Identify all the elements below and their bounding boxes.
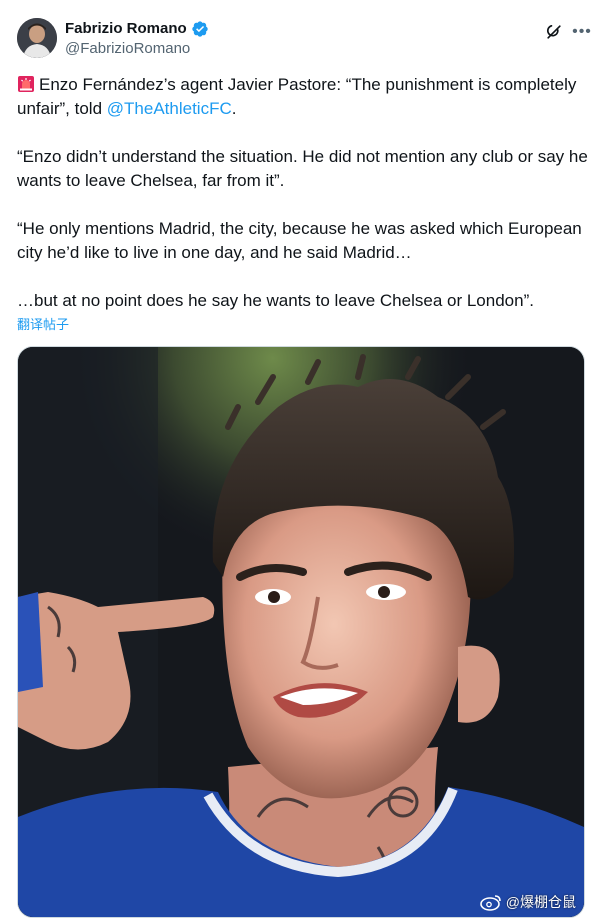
more-icon[interactable]: ••• [572, 22, 592, 42]
author-info: Fabrizio Romano @FabrizioRomano [65, 19, 209, 59]
verified-badge-icon [191, 21, 208, 37]
siren-emoji-icon [18, 76, 34, 92]
author-handle[interactable]: @FabrizioRomano [65, 39, 209, 59]
profile-avatar[interactable] [17, 18, 57, 58]
tweet-paragraph-2: “Enzo didn’t understand the situation. H… [17, 147, 588, 190]
tweet-paragraph-3: “He only mentions Madrid, the city, beca… [17, 219, 582, 262]
tweet-text-p1: Enzo Fernández’s agent Javier Pastore: “… [17, 75, 577, 118]
tweet-paragraph-4: …but at no point does he say he wants to… [17, 291, 534, 310]
tweet-body: Enzo Fernández’s agent Javier Pastore: “… [17, 73, 592, 313]
mention-link[interactable]: @TheAthleticFC [107, 99, 232, 118]
player-photo [18, 347, 584, 917]
watermark-text: @爆棚仓鼠 [505, 894, 576, 910]
grok-icon[interactable] [544, 22, 564, 42]
weibo-watermark: @爆棚仓鼠 [479, 893, 576, 911]
tweet-paragraph-1: Enzo Fernández’s agent Javier Pastore: “… [17, 73, 592, 121]
tweet-header: Fabrizio Romano @FabrizioRomano ••• [17, 16, 592, 64]
tweet-text-p1-end: . [231, 99, 237, 118]
weibo-icon [479, 895, 501, 911]
tweet-media-photo[interactable]: @爆棚仓鼠 [17, 346, 585, 918]
translate-post-link[interactable]: 翻译帖子 [17, 316, 69, 334]
display-name[interactable]: Fabrizio Romano [65, 19, 187, 39]
